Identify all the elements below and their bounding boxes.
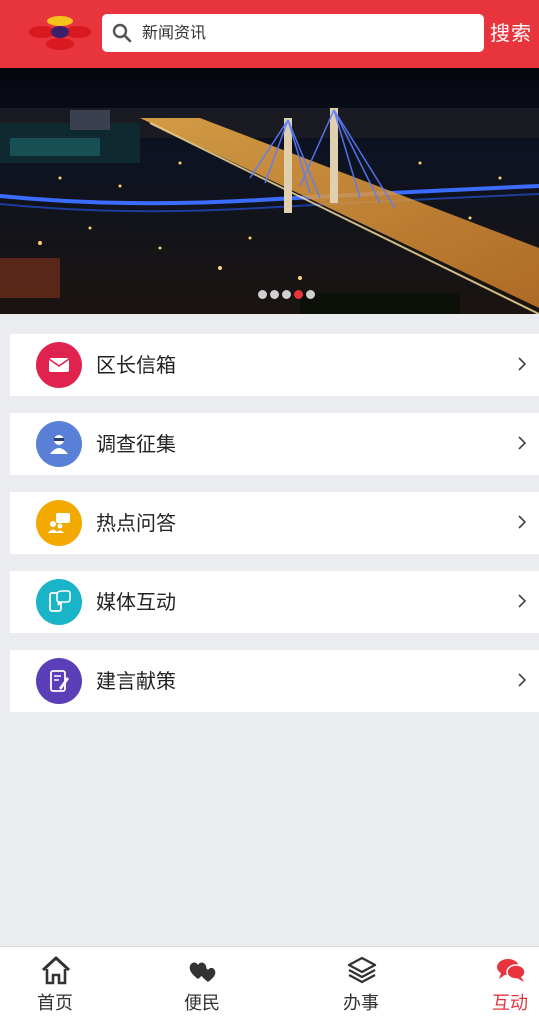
media-interact-icon — [36, 579, 82, 625]
home-icon — [41, 956, 71, 985]
menu-item-survey[interactable]: 调查征集 — [10, 413, 539, 475]
tab-service-label: 便民 — [184, 993, 220, 1014]
carousel-dot[interactable] — [306, 290, 315, 299]
tab-affairs-label: 办事 — [343, 993, 379, 1014]
banner-night-bridge-image — [0, 68, 539, 314]
banner-carousel[interactable] — [0, 68, 539, 314]
carousel-dot[interactable] — [270, 290, 279, 299]
top-bar: 新闻资讯 搜索 — [0, 0, 539, 68]
carousel-indicator[interactable] — [258, 290, 315, 299]
chevron-right-icon — [518, 594, 527, 608]
tab-service[interactable]: 便民 — [152, 947, 252, 1024]
chat-bubbles-icon — [497, 959, 526, 982]
menu-item-mailbox[interactable]: 区长信箱 — [10, 334, 539, 396]
search-input[interactable]: 新闻资讯 — [102, 14, 484, 52]
search-button[interactable]: 搜索 — [490, 18, 532, 48]
carousel-dot[interactable] — [258, 290, 267, 299]
bottom-tab-bar: 首页 便民 办事 互动 — [0, 946, 539, 1024]
search-placeholder: 新闻资讯 — [142, 23, 207, 42]
tab-affairs[interactable]: 办事 — [311, 947, 411, 1024]
hearts-icon — [189, 962, 216, 982]
carousel-dot[interactable] — [282, 290, 291, 299]
mail-icon — [36, 342, 82, 388]
survey-person-icon — [36, 421, 82, 467]
search-icon — [112, 23, 132, 43]
tab-home[interactable]: 首页 — [5, 947, 105, 1024]
tab-home-label: 首页 — [37, 993, 73, 1014]
suggestion-doc-icon — [36, 658, 82, 704]
menu-item-suggestion[interactable]: 建言献策 — [10, 650, 539, 712]
layers-icon — [347, 956, 377, 984]
menu-label: 调查征集 — [96, 432, 176, 456]
chevron-right-icon — [518, 436, 527, 450]
menu-label: 热点问答 — [96, 511, 176, 535]
menu-label: 建言献策 — [96, 669, 176, 693]
tab-interact[interactable]: 互动 — [460, 947, 539, 1024]
menu-item-media[interactable]: 媒体互动 — [10, 571, 539, 633]
chevron-right-icon — [518, 357, 527, 371]
qa-chat-icon — [36, 500, 82, 546]
chevron-right-icon — [518, 515, 527, 529]
menu-label: 媒体互动 — [96, 590, 176, 614]
tab-interact-label: 互动 — [492, 993, 528, 1014]
app-logo — [28, 12, 92, 52]
menu-item-hot-qa[interactable]: 热点问答 — [10, 492, 539, 554]
carousel-dot-active[interactable] — [294, 290, 303, 299]
chevron-right-icon — [518, 673, 527, 687]
menu-label: 区长信箱 — [96, 353, 176, 377]
